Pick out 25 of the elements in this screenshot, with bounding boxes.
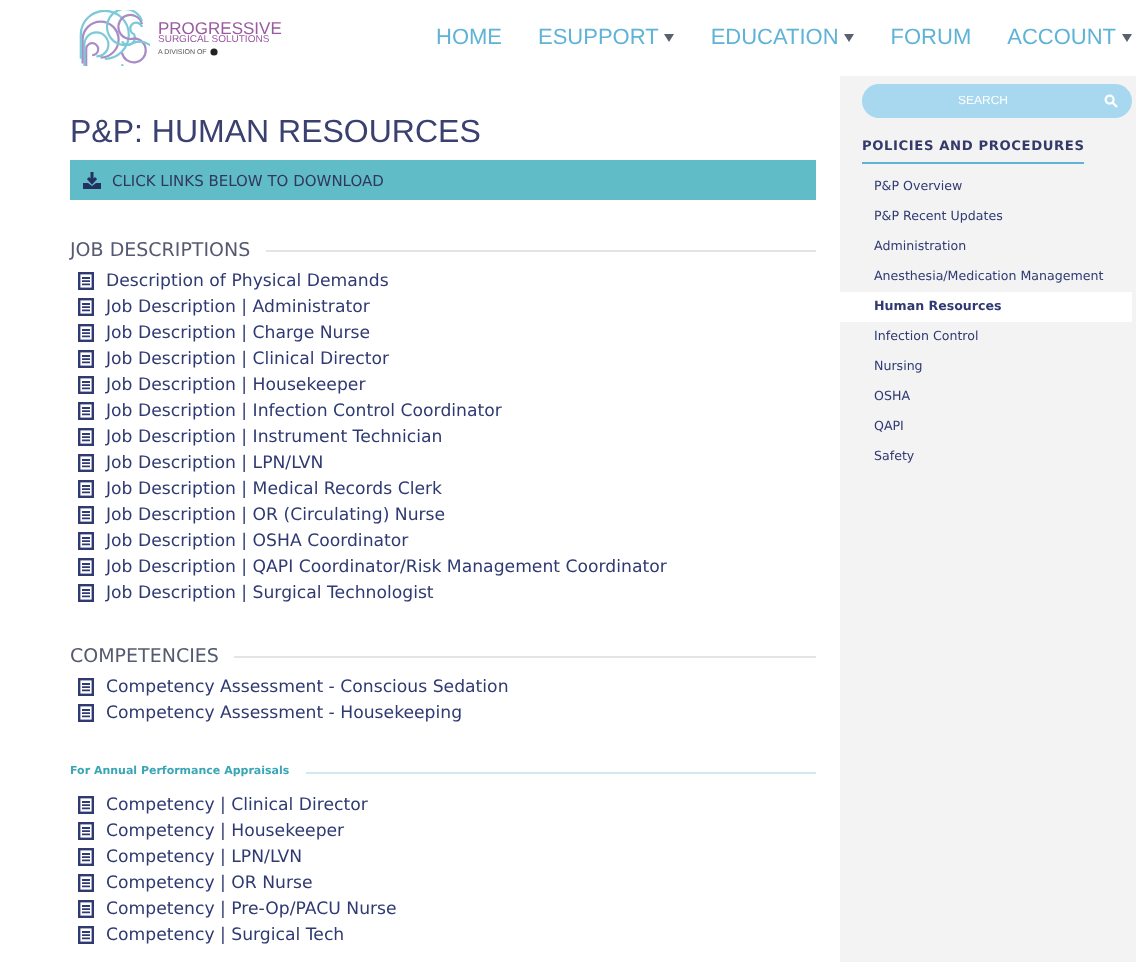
section-heading: COMPETENCIES [70, 646, 219, 668]
document-link[interactable]: Competency | OR Nurse [106, 873, 313, 893]
section-heading: JOB DESCRIPTIONS [70, 240, 251, 262]
document-link[interactable]: Job Description | LPN/LVN [106, 453, 324, 473]
document-link[interactable]: Job Description | Housekeeper [106, 375, 366, 395]
document-link[interactable]: Job Description | Administrator [106, 297, 370, 317]
document-link[interactable]: Competency | Surgical Tech [106, 925, 345, 945]
document-link[interactable]: Competency Assessment - Conscious Sedation [106, 677, 509, 697]
document-link[interactable]: Competency | LPN/LVN [106, 847, 303, 867]
document-link[interactable]: Job Description | OR (Circulating) Nurse [106, 505, 446, 525]
document-link[interactable]: Job Description | Instrument Technician [106, 427, 443, 447]
document-link[interactable]: Job Description | Surgical Technologist [106, 583, 434, 603]
document-link[interactable]: Competency Assessment - Housekeeping [106, 703, 463, 723]
brand-name: PROGRESSIVE [158, 19, 282, 37]
document-link[interactable]: Job Description | Medical Records Clerk [106, 479, 443, 499]
document-link[interactable]: Job Description | OSHA Coordinator [106, 531, 409, 551]
document-link[interactable]: Competency | Housekeeper [106, 821, 345, 841]
document-link[interactable]: Job Description | QAPI Coordinator/Risk Management Coordinator [106, 557, 667, 577]
document-link[interactable]: Description of Physical Demands [106, 271, 389, 291]
document-link[interactable]: Competency | Clinical Director [106, 795, 368, 815]
document-link[interactable]: Job Description | Charge Nurse [106, 323, 371, 343]
document-link[interactable]: Job Description | Infection Control Coordinator [106, 401, 502, 421]
document-link[interactable]: Job Description | Clinical Director [106, 349, 390, 369]
page-title: P&P: HUMAN RESOURCES [70, 116, 483, 152]
document-link[interactable]: Competency | Pre-Op/PACU Nurse [106, 899, 397, 919]
